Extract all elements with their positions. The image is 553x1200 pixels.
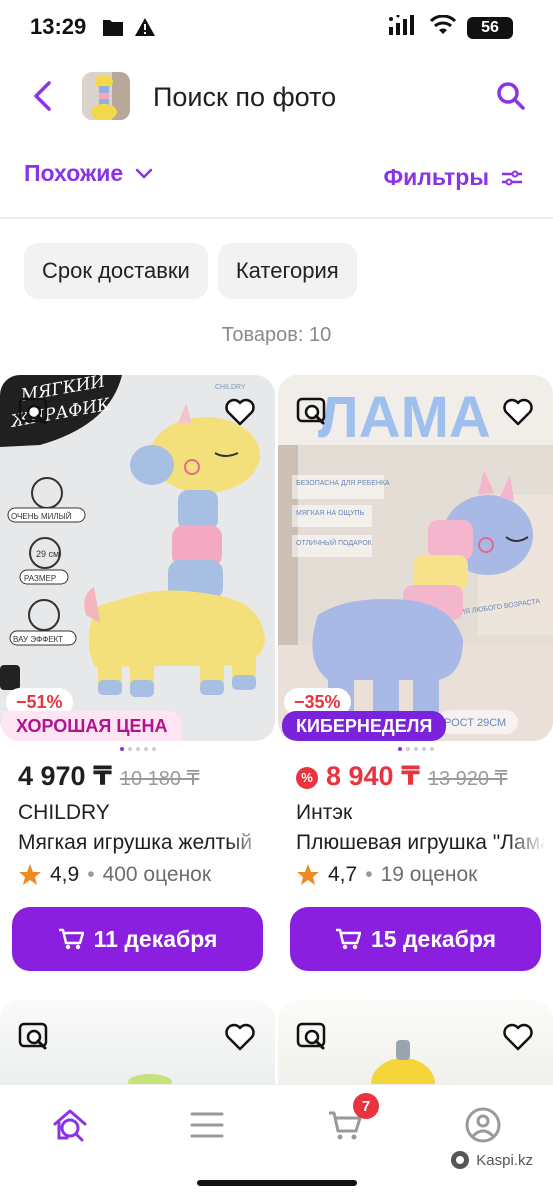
profile-icon	[465, 1107, 501, 1143]
llama-toy-image: ЛАМА БЕЗОПАСНА ДЛЯ РЕБЕНКА МЯГКАЯ НА ОЩУ…	[278, 375, 553, 741]
price: 8 940 ₸	[326, 761, 420, 791]
search-photo-thumbnail[interactable]	[82, 72, 130, 120]
heart-icon[interactable]	[223, 1020, 257, 1054]
product-card-partial[interactable]	[0, 1000, 275, 1084]
warning-icon	[134, 17, 156, 42]
svg-text:ВАУ ЭФФЕКТ: ВАУ ЭФФЕКТ	[13, 635, 63, 644]
star-icon	[297, 864, 319, 885]
svg-text:ЛАМА: ЛАМА	[318, 385, 491, 450]
watermark-text: Kaspi.kz	[476, 1151, 533, 1169]
reviews-count: 19 оценок	[380, 863, 478, 886]
product-title[interactable]: Плюшевая игрушка "Лама"	[296, 831, 546, 855]
sort-filter-row: Похожие Фильтры	[0, 150, 553, 206]
giraffe-toy-image: МЯГКИЙ ЖИРАФИК CHILDRY ОЧЕНЬ МИЛЫЙ 29 см…	[0, 375, 275, 741]
svg-text:БЕЗОПАСНА ДЛЯ РЕБЕНКА: БЕЗОПАСНА ДЛЯ РЕБЕНКА	[296, 480, 390, 487]
add-to-cart-button[interactable]: 11 декабря	[12, 907, 263, 971]
header: Поиск по фото	[0, 66, 553, 130]
rating-value: 4,9	[50, 863, 80, 886]
search-icon	[497, 82, 525, 110]
menu-icon	[190, 1112, 224, 1138]
divider	[0, 217, 553, 219]
delivery-date: 11 декабря	[93, 925, 218, 952]
heart-icon[interactable]	[501, 395, 535, 429]
product-card-partial[interactable]	[278, 1000, 553, 1084]
product-brand: CHILDRY	[18, 801, 110, 824]
chip-category[interactable]: Категория	[217, 243, 357, 299]
home-indicator	[197, 1180, 357, 1186]
price-row: 4 970 ₸ 10 180 ₸	[18, 761, 199, 792]
rating-value: 4,7	[328, 863, 358, 886]
wifi-icon	[429, 14, 457, 40]
page-title: Поиск по фото	[153, 82, 337, 112]
old-price: 13 920 ₸	[427, 768, 508, 790]
image-pager-dots	[0, 747, 275, 751]
cyber-week-badge: КИБЕРНЕДЕЛЯ	[282, 711, 447, 741]
sort-label: Похожие	[24, 160, 124, 186]
nav-catalog[interactable]	[187, 1105, 227, 1145]
good-price-badge: ХОРОШАЯ ЦЕНА	[2, 711, 182, 741]
cart-count-badge: 7	[353, 1093, 379, 1119]
svg-text:ОЧЕНЬ МИЛЫЙ: ОЧЕНЬ МИЛЫЙ	[11, 512, 72, 521]
nav-profile[interactable]	[463, 1105, 503, 1145]
filters-label: Фильтры	[383, 164, 489, 190]
chip-delivery-time[interactable]: Срок доставки	[24, 243, 208, 299]
heart-icon[interactable]	[501, 1020, 535, 1054]
cart-icon	[335, 928, 361, 950]
nav-home[interactable]	[50, 1105, 90, 1145]
svg-text:РОСТ 29СМ: РОСТ 29СМ	[444, 717, 506, 729]
photo-search-icon[interactable]	[296, 395, 330, 429]
photo-search-icon[interactable]	[296, 1020, 330, 1054]
heart-icon[interactable]	[223, 395, 257, 429]
product-brand: Интэк	[296, 801, 353, 824]
svg-text:CHILDRY: CHILDRY	[215, 384, 246, 391]
rating: 4,9 • 400 оценок	[18, 863, 211, 887]
home-search-icon	[53, 1109, 87, 1142]
star-icon	[19, 864, 41, 885]
product-title[interactable]: Мягкая игрушка желтый	[18, 831, 268, 855]
kaspi-logo-icon	[451, 1151, 470, 1169]
battery-icon: 56	[467, 16, 513, 39]
svg-text:ОТЛИЧНЫЙ ПОДАРОК: ОТЛИЧНЫЙ ПОДАРОК	[296, 538, 373, 547]
photo-search-icon[interactable]	[18, 395, 52, 429]
back-button[interactable]	[24, 78, 60, 114]
status-bar: 13:29 56	[0, 0, 553, 56]
reviews-count: 400 оценок	[102, 863, 212, 886]
sliders-icon	[502, 170, 522, 185]
folder-icon	[102, 17, 124, 42]
cart-icon	[58, 928, 84, 950]
back-chevron-icon	[34, 81, 51, 111]
old-price: 10 180 ₸	[119, 768, 200, 790]
kaspi-watermark: Kaspi.kz	[450, 1150, 533, 1170]
status-time: 13:29	[30, 14, 87, 39]
chevron-down-icon	[135, 168, 153, 179]
image-pager-dots	[278, 747, 553, 751]
product-card[interactable]: ЛАМА БЕЗОПАСНА ДЛЯ РЕБЕНКА МЯГКАЯ НА ОЩУ…	[278, 375, 553, 971]
add-to-cart-button[interactable]: 15 декабря	[290, 907, 541, 971]
search-button[interactable]	[493, 78, 529, 114]
signal-icon	[389, 14, 419, 40]
percent-icon: %	[296, 766, 318, 789]
rating: 4,7 • 19 оценок	[296, 863, 477, 887]
price: 4 970 ₸	[18, 761, 112, 791]
delivery-date: 15 декабря	[370, 925, 497, 952]
sort-dropdown[interactable]: Похожие	[24, 160, 153, 187]
svg-text:РАЗМЕР: РАЗМЕР	[24, 574, 56, 583]
nav-cart[interactable]: 7	[325, 1093, 379, 1145]
product-card[interactable]: МЯГКИЙ ЖИРАФИК CHILDRY ОЧЕНЬ МИЛЫЙ 29 см…	[0, 375, 275, 971]
filters-button[interactable]: Фильтры	[384, 164, 523, 191]
product-image[interactable]: МЯГКИЙ ЖИРАФИК CHILDRY ОЧЕНЬ МИЛЫЙ 29 см…	[0, 375, 275, 741]
filter-chips: Срок доставки Категория	[24, 243, 357, 299]
svg-text:МЯГКАЯ НА ОЩУПЬ: МЯГКАЯ НА ОЩУПЬ	[296, 510, 365, 517]
results-count: Товаров: 10	[221, 324, 332, 346]
photo-search-icon[interactable]	[18, 1020, 52, 1054]
product-image[interactable]: ЛАМА БЕЗОПАСНА ДЛЯ РЕБЕНКА МЯГКАЯ НА ОЩУ…	[278, 375, 553, 741]
price-row: % 8 940 ₸ 13 920 ₸	[296, 761, 507, 792]
svg-text:29 см: 29 см	[36, 549, 59, 559]
